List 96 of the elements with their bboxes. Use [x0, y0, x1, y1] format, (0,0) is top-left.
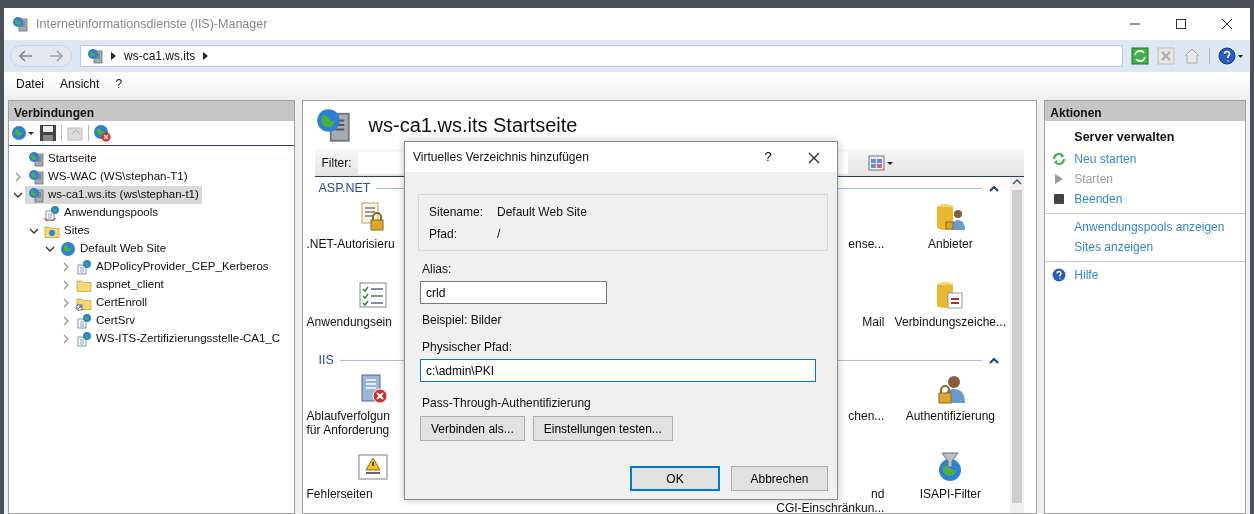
- tree-item[interactable]: WS-ITS-Zertifizierungsstelle-CA1_C: [73, 330, 284, 348]
- server-icon: [314, 107, 351, 143]
- tree-item[interactable]: Sites: [41, 222, 93, 240]
- save-icon[interactable]: [39, 124, 57, 142]
- menu-item[interactable]: Datei: [10, 73, 50, 95]
- info-value: Default Web Site: [497, 203, 588, 221]
- application-icon: [76, 259, 92, 275]
- application-icon: [76, 331, 92, 347]
- info-label: Sitename:: [429, 203, 485, 221]
- maximize-icon: [1176, 19, 1186, 29]
- tree-item[interactable]: ws-ca1.ws.its (ws\stephan-t1): [25, 186, 202, 204]
- window-title: Internetinformationsdienste (IIS)-Manager: [36, 15, 268, 33]
- page-title: ws-ca1.ws.its Startseite: [368, 113, 578, 138]
- pane-header: Aktionen: [1045, 101, 1245, 121]
- folder-globe-icon: [44, 223, 60, 239]
- globe-icon: [60, 241, 76, 257]
- help-icon: [1052, 267, 1067, 282]
- breadcrumb-arrow-icon[interactable]: [110, 51, 117, 61]
- filter-label: Filter:: [321, 154, 352, 172]
- forward-arrow-icon: [49, 50, 63, 62]
- feature-label[interactable]: ISAPI-Filter: [919, 487, 981, 501]
- server-icon: [28, 151, 44, 167]
- tree-item[interactable]: WS-WAC (WS\stephan-T1): [25, 168, 191, 186]
- group-title: ASP.NET: [318, 179, 371, 197]
- text-field[interactable]: c:\admin\PKI: [420, 359, 816, 382]
- breadcrumb-item[interactable]: ws-ca1.ws.its: [124, 47, 196, 65]
- action-link[interactable]: Neu starten: [1045, 148, 1245, 169]
- scrollbar-thumb[interactable]: [1012, 190, 1023, 503]
- back-button[interactable]: [19, 50, 33, 62]
- tree-item[interactable]: ADPolicyProvider_CEP_Kerberos: [73, 258, 272, 276]
- menu-item[interactable]: ?: [109, 73, 129, 95]
- warning-page-icon[interactable]: [356, 451, 389, 483]
- action-link[interactable]: Sites anzeigen: [1045, 236, 1245, 257]
- server-icon: [87, 48, 103, 64]
- disconnect-icon[interactable]: [93, 124, 111, 142]
- field-label: Alias:: [422, 261, 453, 278]
- feature-label[interactable]: Fehlerseiten: [306, 487, 373, 501]
- feature-label[interactable]: Verbindungszeiche...: [894, 315, 1007, 329]
- dialog-title: Virtuelles Verzeichnis hinzufügen: [413, 149, 590, 166]
- minimize-icon: [1130, 23, 1140, 25]
- scrollbar[interactable]: [1010, 177, 1025, 513]
- dialog-button[interactable]: OK: [630, 466, 720, 491]
- action-link[interactable]: Anwendungspools anzeigen: [1045, 216, 1245, 237]
- help-button[interactable]: ?: [745, 142, 791, 172]
- dialog-button[interactable]: Abbrechen: [731, 466, 828, 491]
- section-label: Pass-Through-Authentifizierung: [422, 395, 592, 412]
- back-arrow-icon: [19, 50, 33, 62]
- collapse-icon[interactable]: [988, 355, 1001, 365]
- stop-square-icon: [1052, 191, 1067, 206]
- connect-globe-icon[interactable]: [11, 124, 35, 142]
- text-field[interactable]: crld: [420, 281, 607, 304]
- breadcrumb-arrow-icon[interactable]: [202, 51, 210, 61]
- info-label: Pfad:: [429, 225, 459, 243]
- feature-label: ense...: [848, 237, 885, 251]
- scroll-up-icon[interactable]: [1012, 177, 1023, 187]
- feature-label[interactable]: Anwendungsein: [306, 315, 392, 329]
- collapse-icon[interactable]: [988, 183, 1001, 193]
- feature-label[interactable]: .NET-Autorisieru: [306, 237, 395, 251]
- database-user-icon[interactable]: [934, 201, 967, 233]
- close-icon: [1222, 19, 1232, 29]
- tree-item[interactable]: CertEnroll: [73, 294, 151, 312]
- app-icon: [12, 16, 28, 32]
- tree-item[interactable]: aspnet_client: [73, 276, 167, 294]
- view-toggle-icon[interactable]: [868, 154, 895, 171]
- feature-label[interactable]: Ablaufverfolgun für Anforderung: [306, 409, 390, 437]
- field-label: Physischer Pfad:: [422, 339, 514, 356]
- server-icon: [28, 169, 44, 185]
- dialog-button[interactable]: Verbinden als...: [420, 416, 525, 441]
- address-field[interactable]: ws-ca1.ws.its: [80, 45, 1123, 67]
- action-link[interactable]: Hilfe: [1045, 264, 1245, 285]
- shortcut-folder-icon: [76, 295, 92, 311]
- action-link[interactable]: Beenden: [1045, 188, 1245, 209]
- tree-item[interactable]: Anwendungspools: [41, 204, 161, 222]
- feature-label[interactable]: Anbieter: [927, 237, 973, 251]
- help-icon[interactable]: [1218, 47, 1244, 65]
- app-pool-icon: [44, 205, 60, 221]
- feature-label: Mail: [862, 315, 885, 329]
- section-title: Server verwalten: [1073, 129, 1176, 146]
- group-title: IIS: [318, 351, 334, 369]
- menu-item[interactable]: Ansicht: [54, 73, 106, 95]
- dialog-button[interactable]: Einstellungen testen...: [532, 416, 673, 441]
- tree-item[interactable]: Startseite: [25, 150, 100, 168]
- folder-icon: [76, 277, 92, 293]
- tree-item[interactable]: Default Web Site: [57, 240, 170, 258]
- checklist-icon[interactable]: [356, 279, 389, 311]
- feature-label: chen...: [848, 409, 885, 423]
- close-icon: [808, 151, 820, 164]
- tree-item[interactable]: CertSrv: [73, 312, 138, 330]
- refresh-arrows-icon: [1052, 151, 1067, 166]
- hint-text: Beispiel: Bilder: [422, 312, 503, 329]
- info-value: /: [497, 225, 502, 243]
- feature-label[interactable]: Authentifizierung: [905, 409, 995, 423]
- pane-header: Verbindungen: [9, 101, 294, 121]
- refresh-icon[interactable]: [1131, 47, 1149, 65]
- server-icon: [28, 187, 44, 203]
- application-icon: [76, 313, 92, 329]
